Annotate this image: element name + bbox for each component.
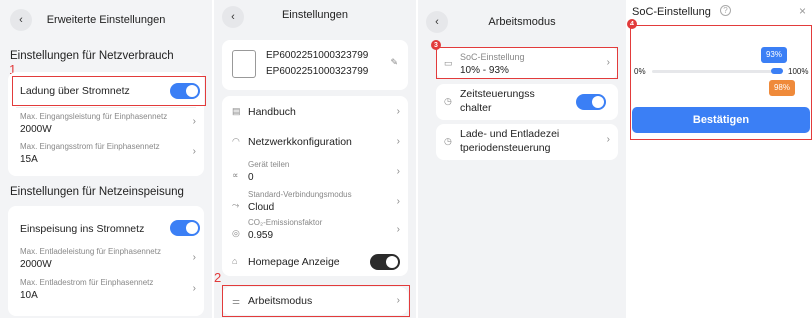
back-icon[interactable]: ‹ [426,11,448,33]
menu-item-manual[interactable]: Handbuch [248,106,296,118]
feed-in-card: Einspeisung ins Stromnetz Max. Entladele… [8,206,204,316]
chevron-right-icon[interactable]: › [193,146,196,157]
page-title: Einstellungen [281,9,349,21]
discharge-power-value: 2000W [20,259,52,270]
input-current-value: 15A [20,154,38,165]
edit-icon[interactable]: ✎ [390,57,398,68]
clock-icon: ◷ [444,136,452,146]
charge-period-label-2: tperiodensteuerung [460,142,551,154]
clock-icon: ◷ [444,96,452,106]
connection-icon: ⤳ [232,200,240,210]
grid-feed-in-label: Einspeisung ins Stromnetz [20,223,145,235]
co2-icon: ◎ [232,228,240,238]
co2-value: 0.959 [248,230,274,241]
confirm-button[interactable]: Bestätigen [632,107,810,133]
input-power-label: Max. Eingangsleistung für Einphasennetz [20,112,168,121]
highlight-box [436,47,618,79]
home-icon: ⌂ [232,256,238,266]
grid-feed-in-toggle[interactable] [170,220,200,236]
close-icon[interactable]: × [799,4,806,18]
input-power-value: 2000W [20,124,52,135]
share-value: 0 [248,172,254,183]
device-serial: EP6002251000323799 [266,50,369,61]
highlight-box [222,285,410,317]
menu-item-network[interactable]: Netzwerkkonfiguration [248,136,352,148]
chevron-right-icon[interactable]: › [193,252,196,263]
device-card[interactable]: EP6002251000323799 EP6002251000323799 ✎ [222,40,408,90]
panel-soc-dialog: SoC-Einstellung ? × 4 93% 0% 100% 98% Be… [626,0,812,318]
slider-max-label: 100% [788,67,809,76]
back-icon[interactable]: ‹ [10,9,32,31]
discharge-power-label: Max. Entladeleistung für Einphasennetz [20,247,161,256]
input-current-label: Max. Eingangsstrom für Einphasennetz [20,142,160,151]
slider-handle[interactable] [771,68,783,74]
device-name: EP6002251000323799 [266,66,369,77]
homepage-display-toggle[interactable] [370,254,400,270]
device-icon [232,50,256,78]
timer-switch-label-2: chalter [460,102,492,114]
connection-value: Cloud [248,202,275,213]
charge-period-row[interactable]: ◷ Lade- und Entladezei tperiodensteuerun… [436,124,618,160]
chevron-right-icon[interactable]: › [193,116,196,127]
timer-switch-row: ◷ Zeitsteuerungss chalter [436,84,618,120]
upper-limit-badge: 93% [761,47,787,63]
chevron-right-icon[interactable]: › [397,106,400,117]
charge-period-label-1: Lade- und Entladezei [460,128,560,140]
chevron-right-icon[interactable]: › [193,283,196,294]
connection-label: Standard-Verbindungsmodus [248,190,352,199]
section-title-feed-in: Einstellungen für Netzeinspeisung [10,186,184,198]
dialog-title: SoC-Einstellung [632,6,711,18]
lower-limit-badge: 98% [769,80,795,96]
homepage-display-label: Homepage Anzeige [248,256,340,268]
highlight-box [12,76,206,106]
discharge-current-label: Max. Entladestrom für Einphasennetz [20,278,154,287]
annotation-marker-2: 2 [214,270,222,285]
co2-label: CO₂-Emissionsfaktor [248,218,323,227]
network-icon: ◠ [232,136,240,146]
chevron-right-icon[interactable]: › [397,166,400,177]
help-icon[interactable]: ? [720,5,731,16]
chevron-right-icon[interactable]: › [607,134,610,145]
chevron-right-icon[interactable]: › [397,224,400,235]
settings-list: ▤ Handbuch › ◠ Netzwerkkonfiguration › ∝… [222,96,408,276]
discharge-current-value: 10A [20,290,38,301]
page-title: Arbeitsmodus [488,16,556,28]
back-icon[interactable]: ‹ [222,6,244,28]
share-icon: ∝ [232,170,239,180]
timer-switch-label-1: Zeitsteuerungss [460,88,535,100]
book-icon: ▤ [232,106,241,116]
slider-track[interactable] [652,70,782,73]
share-label: Gerät teilen [248,160,290,169]
chevron-right-icon[interactable]: › [397,136,400,147]
panel-settings: ‹ Einstellungen EP6002251000323799 EP600… [214,0,416,318]
slider-min-label: 0% [634,67,646,76]
panel-extended-settings: ‹ Erweiterte Einstellungen Einstellungen… [0,0,212,318]
section-title-consumption: Einstellungen für Netzverbrauch [10,50,174,62]
chevron-right-icon[interactable]: › [397,196,400,207]
timer-switch-toggle[interactable] [576,94,606,110]
panel-work-mode: ‹ Arbeitsmodus 3 ▭ SoC-Einstellung 10% -… [418,0,626,318]
